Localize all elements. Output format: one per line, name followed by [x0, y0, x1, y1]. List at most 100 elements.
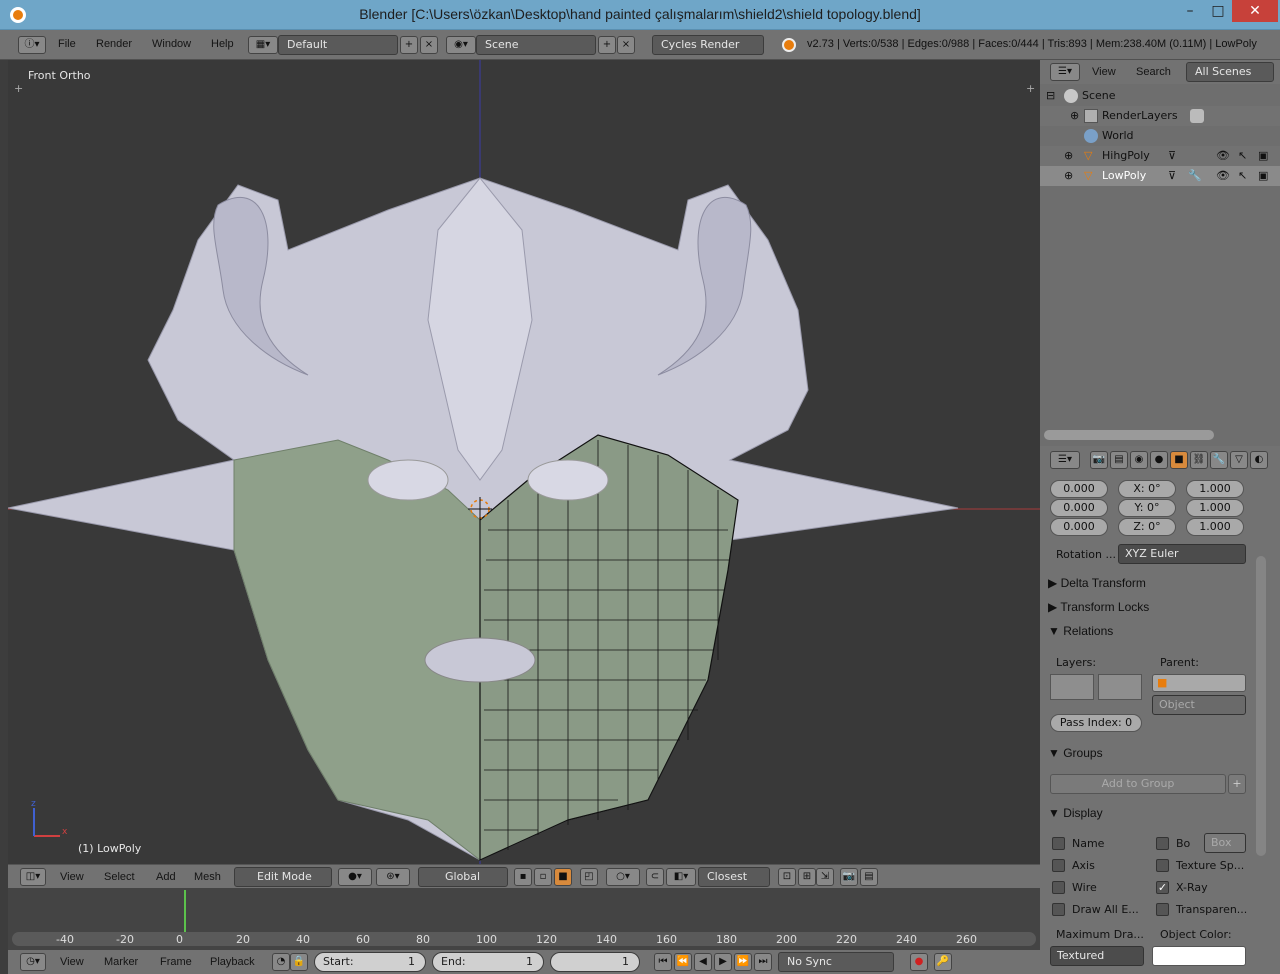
mode-select[interactable]: Edit Mode: [234, 867, 332, 887]
render-tab-icon[interactable]: 📷: [1090, 451, 1108, 469]
record-icon[interactable]: ●: [910, 953, 928, 971]
menu-file[interactable]: File: [58, 38, 76, 50]
collapse-icon[interactable]: ⊟: [1046, 86, 1055, 106]
parent-type-select[interactable]: Object: [1152, 695, 1246, 715]
selectability-cursor-icon[interactable]: ↖: [1238, 166, 1247, 186]
editor-type-outliner-icon[interactable]: ☰▾: [1050, 63, 1080, 81]
snap-target-select[interactable]: Closest: [698, 867, 770, 887]
transparency-checkbox[interactable]: [1156, 903, 1169, 916]
add-layout-icon[interactable]: +: [400, 36, 418, 54]
remove-layout-icon[interactable]: ×: [420, 36, 438, 54]
outliner-menu-view[interactable]: View: [1092, 66, 1116, 78]
editor-type-info-icon[interactable]: ⓘ▾: [18, 36, 46, 54]
editor-type-3dview-icon[interactable]: ◫▾: [20, 868, 46, 886]
current-frame-field[interactable]: 1: [550, 952, 640, 972]
keying-set-icon[interactable]: 🔑: [934, 953, 952, 971]
layout-grid-icon[interactable]: ▦▾: [248, 36, 278, 54]
panel-transform-locks[interactable]: ▶ Transform Locks: [1048, 596, 1252, 618]
name-checkbox[interactable]: [1052, 837, 1065, 850]
viewport-shading-icon[interactable]: ●▾: [338, 868, 372, 886]
pivot-point-icon[interactable]: ⊛▾: [376, 868, 410, 886]
panel-groups[interactable]: ▼ Groups: [1048, 742, 1252, 764]
parent-field[interactable]: ■: [1152, 674, 1246, 692]
panel-relations[interactable]: ▼ Relations: [1048, 620, 1252, 642]
remove-scene-icon[interactable]: ×: [617, 36, 635, 54]
panel-delta-transform[interactable]: ▶ Delta Transform: [1048, 572, 1252, 594]
snap-magnet-icon[interactable]: ⊂: [646, 868, 664, 886]
rotation-x[interactable]: X: 0°: [1118, 480, 1176, 498]
renderability-camera-icon[interactable]: ▣: [1258, 146, 1268, 166]
pass-index-field[interactable]: Pass Index: 0: [1050, 714, 1142, 732]
data-tab-icon[interactable]: ▽: [1230, 451, 1248, 469]
outliner-menu-search[interactable]: Search: [1136, 66, 1171, 78]
renderability-camera-icon[interactable]: ▣: [1258, 166, 1268, 186]
tree-item-hihgpoly[interactable]: ⊕ ▽ HihgPoly ⊽ 👁 ↖ ▣: [1040, 146, 1280, 166]
bounds-checkbox[interactable]: [1156, 837, 1169, 850]
menu-view[interactable]: View: [60, 871, 84, 883]
location-z[interactable]: 0.000: [1050, 518, 1108, 536]
edge-select-icon[interactable]: ▫: [534, 868, 552, 886]
object-color-swatch[interactable]: [1152, 946, 1246, 966]
editor-type-properties-icon[interactable]: ☰▾: [1050, 451, 1080, 469]
jump-end-icon[interactable]: ⏭: [754, 953, 772, 971]
scene-icon[interactable]: ◉▾: [446, 36, 476, 54]
location-y[interactable]: 0.000: [1050, 499, 1108, 517]
tree-item-world[interactable]: World: [1040, 126, 1280, 146]
xray-checkbox[interactable]: ✓: [1156, 881, 1169, 894]
material-tab-icon[interactable]: ◐: [1250, 451, 1268, 469]
timeline-area[interactable]: -40 -20 0 20 40 60 80 100 120 140 160 180 200 220 240 2…: [8, 888, 1040, 950]
properties-scrollbar[interactable]: [1256, 556, 1266, 856]
rotation-mode-select[interactable]: XYZ Euler: [1118, 544, 1246, 564]
face-select-icon[interactable]: ■: [554, 868, 572, 886]
layout-field[interactable]: Default: [278, 35, 398, 55]
transform-orientation-select[interactable]: Global: [418, 867, 508, 887]
maximize-button[interactable]: □: [1204, 0, 1232, 22]
jump-key-back-icon[interactable]: ⏪: [674, 953, 692, 971]
snap-self-icon[interactable]: ⇲: [816, 868, 834, 886]
scale-x[interactable]: 1.000: [1186, 480, 1244, 498]
add-to-group-button[interactable]: Add to Group: [1050, 774, 1226, 794]
tree-item-renderlayers[interactable]: ⊕ RenderLayers: [1040, 106, 1280, 126]
location-x[interactable]: 0.000: [1050, 480, 1108, 498]
modifiers-tab-icon[interactable]: 🔧: [1210, 451, 1228, 469]
timeline-menu-marker[interactable]: Marker: [104, 956, 138, 968]
selectability-cursor-icon[interactable]: ↖: [1238, 146, 1247, 166]
expand-icon[interactable]: ⊕: [1064, 146, 1073, 166]
timeline-menu-view[interactable]: View: [60, 956, 84, 968]
layers-grid-b[interactable]: [1098, 674, 1142, 700]
constraints-tab-icon[interactable]: ⛓: [1190, 451, 1208, 469]
close-button[interactable]: ✕: [1232, 0, 1278, 22]
scene-tab-icon[interactable]: ◉: [1130, 451, 1148, 469]
menu-mesh[interactable]: Mesh: [194, 871, 221, 883]
scale-y[interactable]: 1.000: [1186, 499, 1244, 517]
range-toggle-icon[interactable]: ◔: [272, 953, 290, 971]
visibility-eye-icon[interactable]: 👁: [1216, 166, 1230, 186]
scale-z[interactable]: 1.000: [1186, 518, 1244, 536]
scene-field[interactable]: Scene: [476, 35, 596, 55]
layers-grid-a[interactable]: [1050, 674, 1094, 700]
add-scene-icon[interactable]: +: [598, 36, 616, 54]
wire-checkbox[interactable]: [1052, 881, 1065, 894]
visibility-eye-icon[interactable]: 👁: [1216, 146, 1230, 166]
panel-display[interactable]: ▼ Display: [1048, 802, 1252, 824]
snap-align-icon[interactable]: ⊡: [778, 868, 796, 886]
rotation-y[interactable]: Y: 0°: [1118, 499, 1176, 517]
jump-key-forward-icon[interactable]: ⏩: [734, 953, 752, 971]
draw-all-edges-checkbox[interactable]: [1052, 903, 1065, 916]
tree-item-lowpoly[interactable]: ⊕ ▽ LowPoly ⊽ 🔧 👁 ↖ ▣: [1040, 166, 1280, 186]
render-engine-select[interactable]: Cycles Render: [652, 35, 764, 55]
menu-help[interactable]: Help: [211, 38, 234, 50]
outliner-scrollbar[interactable]: [1044, 430, 1214, 440]
snap-element-icon[interactable]: ◧▾: [666, 868, 696, 886]
expand-icon[interactable]: ⊕: [1064, 166, 1073, 186]
max-draw-type-select[interactable]: Textured: [1050, 946, 1144, 966]
proportional-edit-icon[interactable]: ○▾: [606, 868, 640, 886]
start-frame-field[interactable]: Start: 1: [314, 952, 426, 972]
tree-item-scene[interactable]: ⊟ Scene: [1040, 86, 1280, 106]
snap-project-icon[interactable]: ⊞: [798, 868, 816, 886]
minimize-button[interactable]: –: [1176, 0, 1204, 22]
timeline-menu-playback[interactable]: Playback: [210, 956, 255, 968]
end-frame-field[interactable]: End: 1: [432, 952, 544, 972]
menu-select[interactable]: Select: [104, 871, 135, 883]
sync-mode-select[interactable]: No Sync: [778, 952, 894, 972]
